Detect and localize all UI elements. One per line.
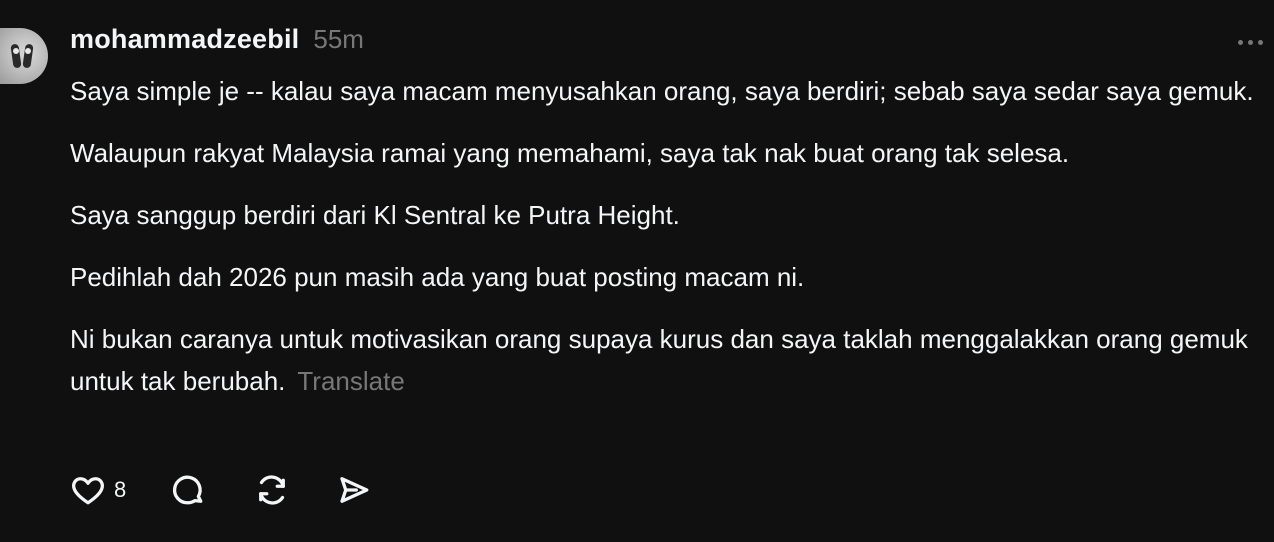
- comment-bubble-icon: [173, 475, 203, 505]
- repost-icon: [259, 475, 286, 505]
- post-paragraph-2: Walaupun rakyat Malaysia ramai yang mema…: [70, 138, 1070, 168]
- like-count: 8: [114, 477, 127, 502]
- action-bar: 8: [70, 468, 372, 512]
- more-dot: [1237, 39, 1243, 45]
- avatar-lace-left: [13, 48, 19, 54]
- heart-icon: [72, 477, 104, 505]
- thread-post: mohammadzeebil 55m Saya simple je -- kal…: [0, 0, 1274, 542]
- post-paragraph-3: Saya sanggup berdiri dari Kl Sentral ke …: [70, 200, 680, 230]
- post-paragraph-1: Saya simple je -- kalau saya macam menyu…: [70, 76, 1254, 106]
- avatar[interactable]: [0, 28, 48, 84]
- translate-link[interactable]: Translate: [297, 366, 404, 396]
- post-body: Saya simple je -- kalau saya macam menyu…: [70, 70, 1270, 422]
- post-paragraph-4: Pedihlah dah 2026 pun masih ada yang bua…: [70, 262, 805, 292]
- more-dot: [1247, 39, 1253, 45]
- avatar-lace-right: [25, 48, 31, 54]
- share-button[interactable]: [336, 472, 372, 508]
- more-horizontal-icon[interactable]: [1230, 30, 1270, 54]
- post-header: mohammadzeebil 55m: [70, 24, 364, 60]
- repost-button[interactable]: [254, 472, 290, 508]
- post-paragraph-5: Ni bukan caranya untuk motivasikan orang…: [70, 318, 1270, 402]
- like-button[interactable]: 8: [70, 472, 126, 508]
- reply-button[interactable]: [170, 472, 206, 508]
- more-dot: [1257, 39, 1263, 45]
- username-link[interactable]: mohammadzeebil: [70, 24, 299, 55]
- post-timestamp[interactable]: 55m: [313, 24, 364, 55]
- send-icon: [340, 477, 369, 503]
- post-paragraph-5-text: Ni bukan caranya untuk motivasikan orang…: [70, 324, 1248, 396]
